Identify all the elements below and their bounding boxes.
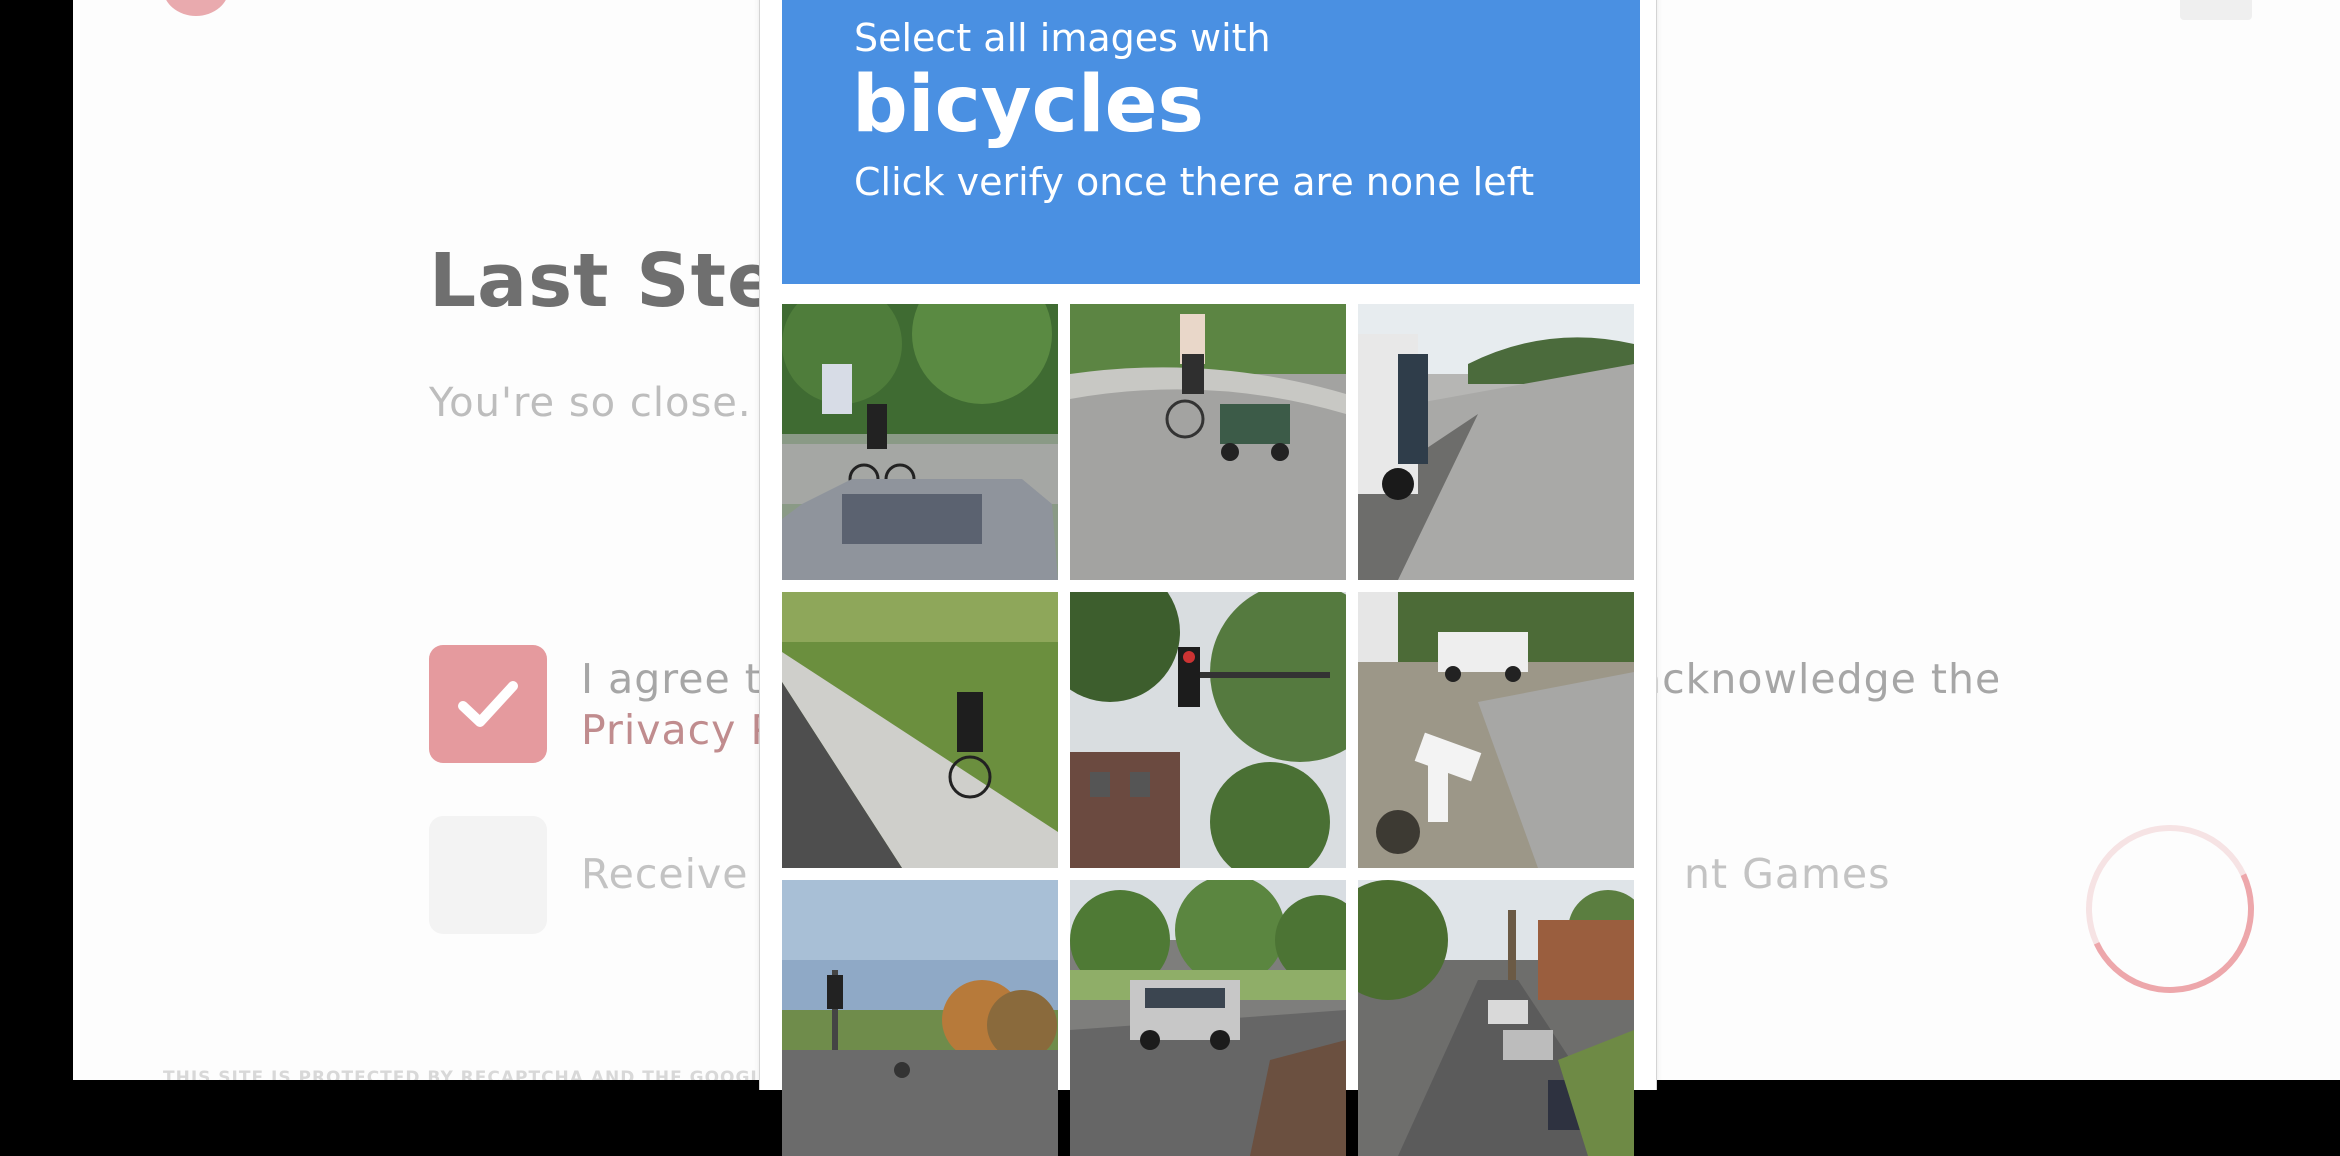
challenge-instruction: Select all images with xyxy=(854,16,1271,60)
agree-terms-label: I agree to xyxy=(581,655,788,703)
highway-truck-image xyxy=(1358,304,1634,580)
challenge-header: Select all images with bicycles Click ve… xyxy=(782,0,1640,284)
logo xyxy=(163,0,229,16)
image-tile[interactable] xyxy=(782,304,1058,580)
agree-terms-label-end: acknowledge the xyxy=(1636,655,2002,703)
traffic-light-image xyxy=(1070,592,1346,868)
recaptcha-notice: THIS SITE IS PROTECTED BY RECAPTCHA AND … xyxy=(163,1068,775,1080)
loading-spinner-icon xyxy=(2062,801,2278,1017)
image-tile[interactable] xyxy=(782,880,1058,1156)
cyclist-cart-image xyxy=(1070,304,1346,580)
agree-terms-checkbox[interactable] xyxy=(429,645,547,763)
image-tile[interactable] xyxy=(782,592,1058,868)
image-tile[interactable] xyxy=(1070,880,1346,1156)
close-button[interactable] xyxy=(2180,0,2252,20)
image-tile[interactable] xyxy=(1358,304,1634,580)
residential-street-image xyxy=(1358,880,1634,1156)
recaptcha-challenge: Select all images with bicycles Click ve… xyxy=(759,0,1657,1156)
page-subtitle: You're so close. xyxy=(429,380,752,426)
image-tile[interactable] xyxy=(1358,880,1634,1156)
image-tile[interactable] xyxy=(1070,304,1346,580)
suv-road-image xyxy=(1070,880,1346,1156)
sidewalk-cyclist-image xyxy=(782,592,1058,868)
receive-emails-checkbox[interactable] xyxy=(429,816,547,934)
receive-emails-label-end: nt Games xyxy=(1684,850,1891,898)
checkmark-icon xyxy=(458,681,518,727)
image-tile[interactable] xyxy=(1358,592,1634,868)
challenge-target: bicycles xyxy=(852,60,1204,150)
challenge-hint: Click verify once there are none left xyxy=(854,160,1535,204)
intersection-image xyxy=(782,880,1058,1156)
image-tile[interactable] xyxy=(1070,592,1346,868)
receive-emails-label: Receive e xyxy=(581,850,789,898)
driveway-car-image xyxy=(1358,592,1634,868)
cyclist-car-image xyxy=(782,304,1058,580)
